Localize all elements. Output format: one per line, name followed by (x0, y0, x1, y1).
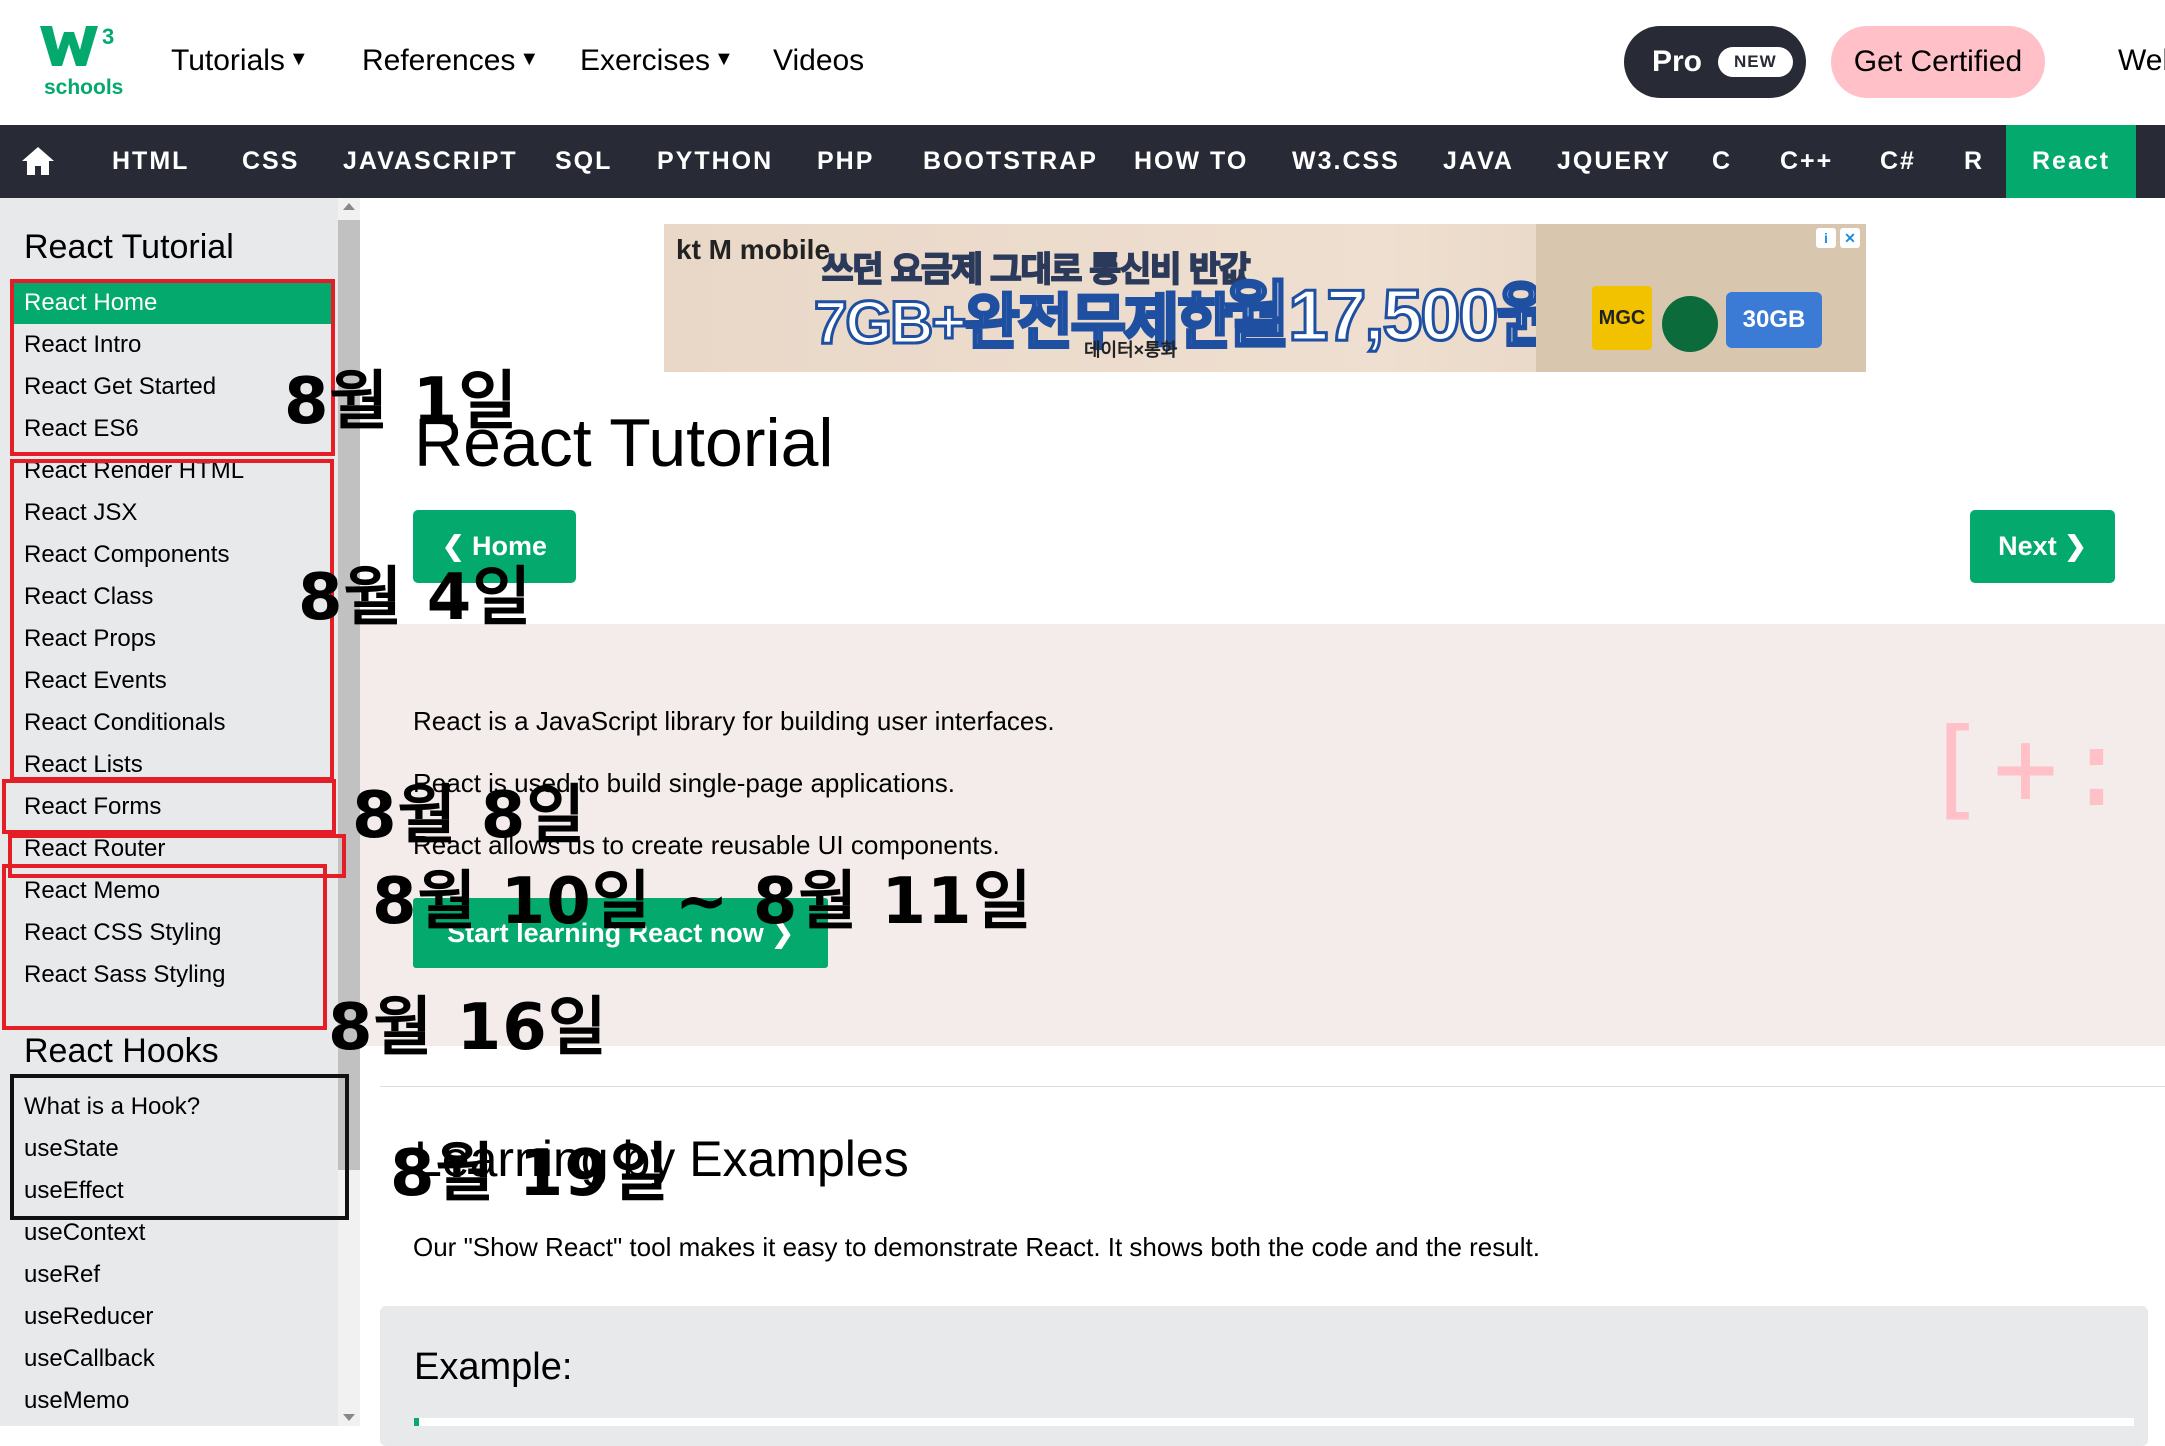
topnav-java[interactable]: JAVA (1443, 125, 1514, 198)
topnav-react[interactable]: React (2006, 125, 2137, 198)
w3-logo-icon (40, 26, 98, 66)
ad-coffee-cup-icon (1662, 296, 1718, 352)
nav-references[interactable]: References ▼ (362, 44, 539, 78)
example-code-block (414, 1418, 2134, 1426)
annotation-note-aug8: 8월 8일 (352, 779, 587, 853)
subject-nav-bar: HTML CSS JAVASCRIPT SQL PYTHON PHP BOOTS… (0, 125, 2165, 198)
sidebar-item-usereducer[interactable]: useReducer (10, 1296, 332, 1338)
logo-superscript: 3 (102, 24, 115, 49)
ad-close-icon[interactable]: ✕ (1840, 228, 1860, 248)
topnav-php[interactable]: PHP (817, 125, 874, 198)
sidebar-item-useref[interactable]: useRef (10, 1254, 332, 1296)
topnav-c[interactable]: C (1712, 125, 1732, 198)
scroll-up-arrow-icon[interactable] (343, 203, 355, 210)
sidebar-item-usememo[interactable]: useMemo (10, 1380, 332, 1422)
topnav-html[interactable]: HTML (112, 125, 189, 198)
topnav-howto[interactable]: HOW TO (1134, 125, 1248, 198)
nav-tutorials[interactable]: Tutorials ▼ (171, 44, 309, 78)
code-bracket-decoration: [+: (1922, 706, 2136, 831)
annotation-note-aug4: 8월 4일 (298, 561, 533, 635)
topnav-javascript[interactable]: JAVASCRIPT (343, 125, 518, 198)
example-heading: Example: (414, 1346, 573, 1388)
nav-videos-label: Videos (773, 44, 865, 77)
topnav-jquery[interactable]: JQUERY (1557, 125, 1671, 198)
topnav-cpp[interactable]: C++ (1780, 125, 1833, 198)
topnav-r[interactable]: R (1964, 125, 1984, 198)
new-badge: NEW (1718, 47, 1793, 77)
annotation-box-aug8 (2, 779, 336, 834)
caret-down-icon: ▼ (288, 47, 309, 70)
annotation-box-aug16 (2, 864, 327, 1030)
topnav-csharp[interactable]: C# (1880, 125, 1916, 198)
ad-coupon: 30GB (1726, 292, 1822, 348)
topnav-css[interactable]: CSS (242, 125, 299, 198)
ad-mg-logo: MGC (1592, 286, 1652, 350)
annotation-note-aug10-11: 8월 10일 ~ 8월 11일 (372, 865, 1033, 939)
annotation-box-aug19 (10, 1074, 349, 1220)
topnav-python[interactable]: PYTHON (657, 125, 773, 198)
sidebar-item-usecallback[interactable]: useCallback (10, 1338, 332, 1380)
annotation-note-aug16: 8월 16일 (328, 991, 608, 1065)
ad-banner[interactable]: kt M mobile 쓰던 요금제 그대로 통신비 반값 7GB+완전무제한 … (664, 224, 1866, 372)
annotation-note-aug1: 8월 1일 (284, 365, 519, 439)
nav-videos[interactable]: Videos (773, 44, 864, 78)
examples-paragraph: Our "Show React" tool makes it easy to d… (413, 1232, 1540, 1262)
divider (380, 1086, 2165, 1087)
intro-line-1: React is a JavaScript library for buildi… (413, 706, 1055, 736)
nav-web-cut[interactable]: Web (2118, 44, 2165, 78)
next-button[interactable]: Next ❯ (1970, 510, 2115, 583)
sidebar-heading-hooks: React Hooks (24, 1032, 219, 1070)
ad-choices[interactable]: i ✕ (1816, 228, 1860, 248)
topnav-w3css[interactable]: W3.CSS (1292, 125, 1400, 198)
scroll-down-arrow-icon[interactable] (343, 1414, 355, 1421)
nav-references-label: References (362, 44, 516, 77)
topnav-sql[interactable]: SQL (555, 125, 612, 198)
caret-down-icon: ▼ (714, 47, 734, 70)
ad-price: 월17,500원 (1223, 275, 1565, 358)
nav-exercises-label: Exercises (580, 44, 711, 77)
get-certified-button[interactable]: Get Certified (1831, 26, 2045, 98)
topnav-bootstrap[interactable]: BOOTSTRAP (923, 125, 1098, 198)
pro-label: Pro (1652, 45, 1703, 78)
nav-exercises[interactable]: Exercises ▼ (580, 44, 734, 78)
w3schools-logo[interactable]: 3 schools (40, 24, 130, 104)
sidebar-heading-tutorial: React Tutorial (24, 228, 234, 266)
ad-brand: kt M mobile (676, 234, 831, 265)
nav-tutorials-label: Tutorials (171, 44, 285, 77)
annotation-box-aug4 (10, 459, 334, 781)
home-icon[interactable] (20, 145, 56, 177)
ad-subtext: 데이터×통화 (1084, 340, 1178, 360)
caret-down-icon: ▼ (519, 47, 540, 70)
logo-text: schools (44, 76, 124, 99)
top-header: 3 schools Tutorials ▼ References ▼ Exercis… (0, 0, 2165, 125)
ad-info-icon[interactable]: i (1816, 228, 1836, 248)
annotation-note-aug19: 8월 19일 (390, 1137, 670, 1211)
pro-button[interactable]: Pro NEW (1624, 26, 1806, 98)
